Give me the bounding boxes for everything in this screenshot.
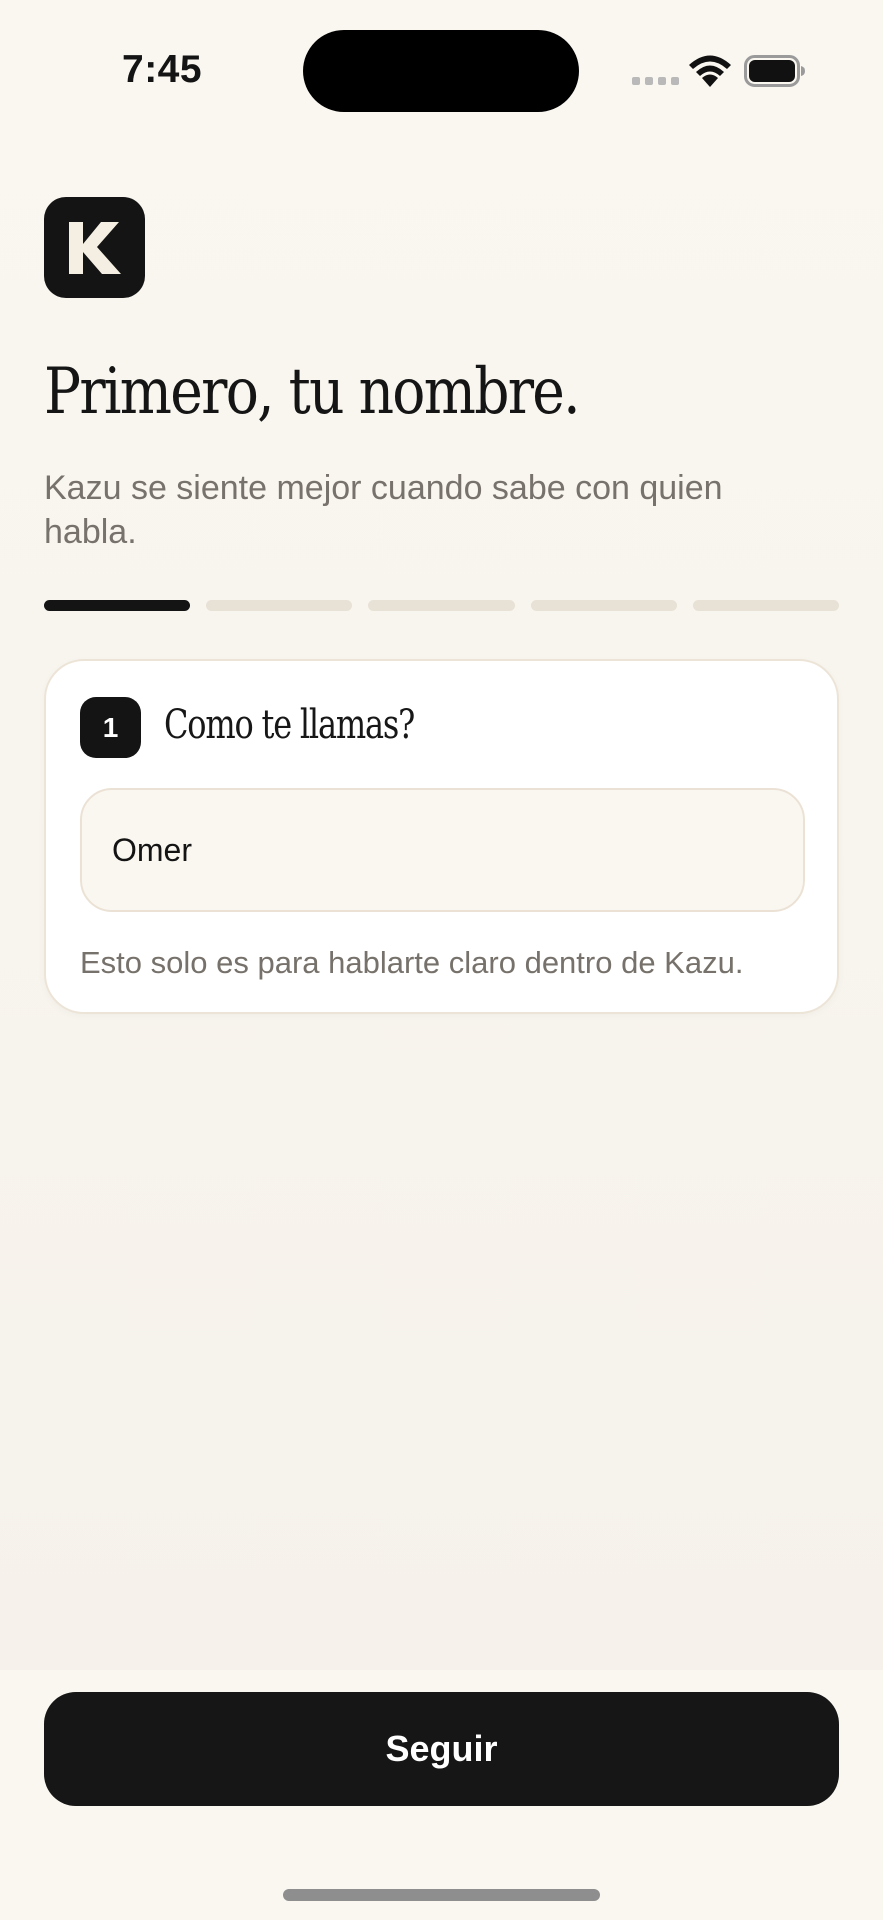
k-letter-icon — [68, 221, 121, 274]
progress-segment-4 — [530, 600, 677, 611]
progress-steps — [44, 600, 840, 612]
name-input[interactable] — [80, 788, 805, 912]
question-card: 1 Como te llamas? Esto solo es para habl… — [44, 659, 839, 1014]
progress-segment-5 — [692, 600, 840, 611]
progress-segment-2 — [206, 600, 353, 611]
signal-dots-icon — [632, 77, 679, 85]
progress-segment-3 — [368, 600, 515, 611]
step-number-badge: 1 — [80, 697, 141, 758]
continue-button[interactable]: Seguir — [44, 1692, 839, 1806]
battery-icon — [744, 55, 805, 87]
input-hint: Esto solo es para hablarte claro dentro … — [80, 945, 744, 980]
home-indicator[interactable] — [283, 1889, 600, 1901]
status-time: 7:45 — [122, 48, 203, 91]
progress-segment-1 — [44, 600, 191, 611]
page-title: Primero, tu nombre. — [44, 355, 581, 429]
page-subtitle: Kazu se siente mejor cuando sabe con qui… — [44, 469, 723, 551]
kazu-logo-icon — [44, 197, 145, 298]
question-label: Como te llamas? — [164, 702, 415, 748]
onboarding-screen: 7:45 Primero, tu nombre. Kazu se siente … — [0, 0, 883, 1920]
wifi-icon — [689, 55, 731, 87]
dynamic-island — [303, 30, 579, 112]
